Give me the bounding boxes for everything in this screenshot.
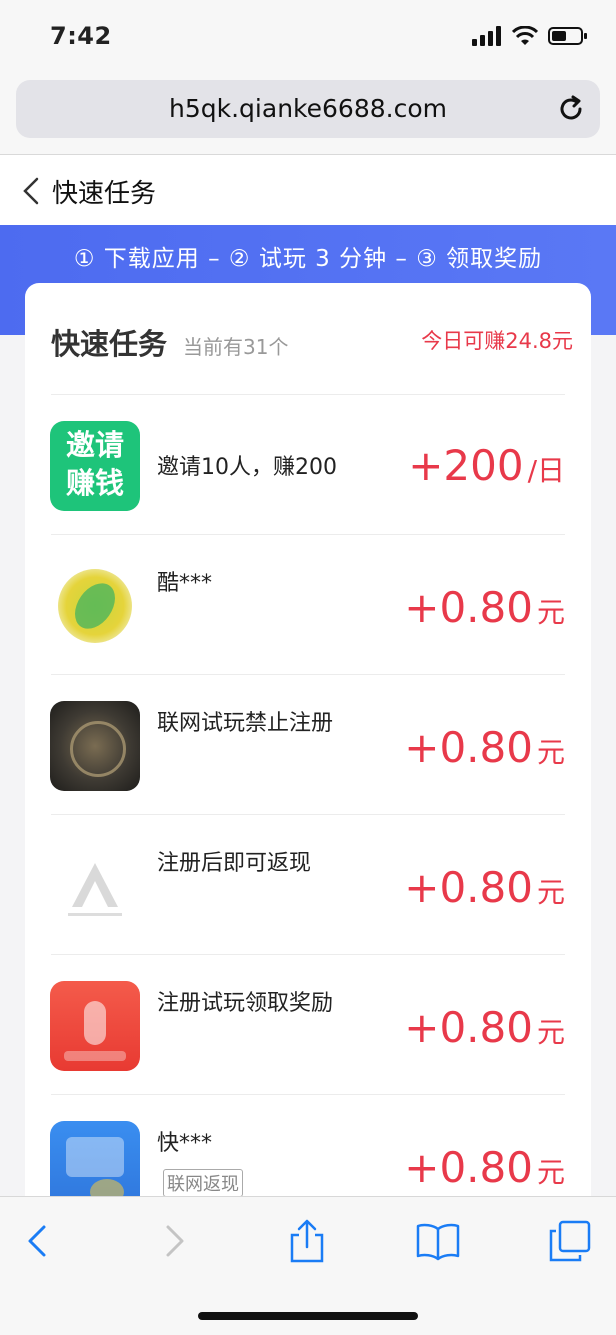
url-text[interactable]: h5qk.qianke6688.com	[16, 94, 600, 123]
app-icon	[50, 701, 140, 791]
task-name: 注册试玩领取奖励	[157, 991, 334, 1016]
status-bar: 7:42	[0, 0, 616, 78]
task-row[interactable]: 酷*** +0.80 元	[25, 535, 591, 675]
battery-icon	[548, 27, 587, 45]
signal-icon	[472, 26, 501, 46]
today-earnings: 今日可赚24.8元	[421, 329, 573, 353]
task-reward: +200/日	[408, 441, 565, 490]
task-reward: +0.80 元	[404, 583, 565, 632]
task-card: 快速任务 当前有31个 今日可赚24.8元 邀请 赚钱 邀请10人，赚200 +…	[25, 283, 591, 1283]
app-icon	[50, 981, 140, 1071]
task-name: 酷***	[157, 571, 213, 596]
reload-icon[interactable]	[556, 94, 586, 124]
task-reward: +0.80 元	[404, 863, 565, 912]
invite-app-icon: 邀请 赚钱	[50, 421, 140, 511]
task-name: 联网试玩禁止注册	[157, 711, 334, 736]
task-row[interactable]: 联网试玩禁止注册 +0.80 元	[25, 675, 591, 815]
page-nav-bar: 快速任务	[0, 155, 616, 225]
task-name: 注册后即可返现	[157, 851, 312, 876]
app-icon	[50, 561, 140, 651]
task-tag: 联网返现	[163, 1169, 243, 1197]
app-icon	[50, 841, 140, 931]
task-reward: +0.80 元	[404, 723, 565, 772]
address-bar[interactable]: h5qk.qianke6688.com	[16, 80, 600, 138]
share-icon[interactable]	[285, 1219, 329, 1263]
browser-chrome: h5qk.qianke6688.com	[0, 78, 616, 155]
steps-text: ① 下载应用 – ② 试玩 3 分钟 – ③ 领取奖励	[73, 246, 543, 272]
task-row[interactable]: 邀请 赚钱 邀请10人，赚200 +200/日	[25, 395, 591, 535]
status-time: 7:42	[50, 22, 112, 50]
forward-arrow-icon[interactable]	[152, 1219, 196, 1263]
task-count: 当前有31个	[183, 335, 289, 359]
wifi-icon	[512, 26, 538, 45]
task-name: 邀请10人，赚200	[157, 455, 337, 480]
back-arrow-icon[interactable]	[16, 1219, 60, 1263]
task-row[interactable]: 注册后即可返现 +0.80 元	[25, 815, 591, 955]
task-name: 快***	[157, 1131, 213, 1156]
status-icons	[472, 26, 588, 46]
task-reward: +0.80 元	[404, 1143, 565, 1192]
bookmarks-icon[interactable]	[416, 1219, 460, 1263]
task-reward: +0.80 元	[404, 1003, 565, 1052]
card-header: 快速任务 当前有31个 今日可赚24.8元	[25, 283, 591, 395]
tabs-icon[interactable]	[548, 1219, 592, 1263]
card-title: 快速任务	[51, 327, 168, 361]
page-title: 快速任务	[52, 179, 157, 209]
chevron-left-icon[interactable]	[22, 177, 40, 205]
home-indicator	[198, 1312, 418, 1320]
task-row[interactable]: 注册试玩领取奖励 +0.80 元	[25, 955, 591, 1095]
